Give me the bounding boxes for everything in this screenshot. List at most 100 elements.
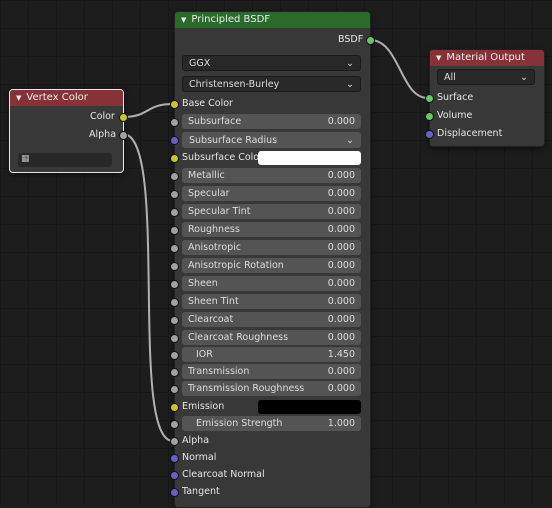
principled-bsdf-header[interactable]: ▼ Principled BSDF <box>175 12 370 28</box>
subsurface-field[interactable]: Subsurface 0.000 <box>182 114 361 129</box>
target-value: All <box>444 71 456 83</box>
vertex-color-color-socket[interactable] <box>119 113 128 122</box>
emission-color-swatch[interactable] <box>258 400 361 414</box>
anisotropic-rotation-socket[interactable] <box>170 262 179 271</box>
subsurface-radius-dropdown[interactable]: Subsurface Radius ⌄ <box>182 132 361 148</box>
field-value: 0.000 <box>327 260 355 271</box>
volume-socket[interactable] <box>425 112 434 121</box>
roughness-socket[interactable] <box>170 226 179 235</box>
specular-field[interactable]: Specular 0.000 <box>182 186 361 201</box>
field-value: 0.000 <box>327 366 355 377</box>
field-value: 1.000 <box>327 418 355 429</box>
target-dropdown[interactable]: All ⌄ <box>437 69 535 85</box>
field-value: 0.000 <box>327 296 355 307</box>
emission-strength-field[interactable]: Emission Strength 1.000 <box>182 416 361 431</box>
field-label: IOR <box>196 349 213 360</box>
bsdf-output-socket[interactable] <box>366 36 375 45</box>
transmission-roughness-field[interactable]: Transmission Roughness 0.000 <box>182 381 361 396</box>
bsdf-output-label: BSDF <box>338 34 364 45</box>
metallic-socket[interactable] <box>170 172 179 181</box>
field-label: Specular Tint <box>188 206 251 217</box>
emission-strength-socket[interactable] <box>170 420 179 429</box>
subsurface-radius-socket[interactable] <box>170 136 179 145</box>
sheen-socket[interactable] <box>170 280 179 289</box>
field-value: 0.000 <box>327 383 355 394</box>
chevron-down-icon: ⌄ <box>346 134 354 146</box>
vertex-color-attribute-icon: ▦ <box>21 154 30 164</box>
subsurface-socket[interactable] <box>170 118 179 127</box>
volume-label: Volume <box>437 110 473 121</box>
field-label: Emission Strength <box>196 418 283 429</box>
transmission-socket[interactable] <box>170 368 179 377</box>
normal-label: Normal <box>182 452 217 463</box>
field-value: 0.000 <box>327 170 355 181</box>
tangent-label: Tangent <box>182 486 220 497</box>
field-value: 0.000 <box>327 224 355 235</box>
surface-socket[interactable] <box>425 94 434 103</box>
collapse-triangle-icon[interactable]: ▼ <box>181 12 186 28</box>
field-label: Anisotropic Rotation <box>188 260 284 271</box>
subsurface-method-dropdown[interactable]: Christensen-Burley ⌄ <box>182 76 361 92</box>
transmission-field[interactable]: Transmission 0.000 <box>182 364 361 379</box>
field-label: Metallic <box>188 170 225 181</box>
clearcoat-socket[interactable] <box>170 316 179 325</box>
surface-label: Surface <box>437 92 474 103</box>
metallic-field[interactable]: Metallic 0.000 <box>182 168 361 183</box>
alpha-socket[interactable] <box>170 437 179 446</box>
sheen-tint-socket[interactable] <box>170 298 179 307</box>
base-color-socket[interactable] <box>170 100 179 109</box>
tangent-socket[interactable] <box>170 488 179 497</box>
field-value: 1.450 <box>327 349 355 360</box>
distribution-value: GGX <box>189 57 211 69</box>
field-label: Sheen Tint <box>188 296 239 307</box>
material-output-header[interactable]: ▼ Material Output <box>430 50 544 66</box>
field-value: 0.000 <box>327 188 355 199</box>
anisotropic-rotation-field[interactable]: Anisotropic Rotation 0.000 <box>182 258 361 273</box>
vertex-color-header[interactable]: ▼ Vertex Color <box>10 90 123 106</box>
sheen-field[interactable]: Sheen 0.000 <box>182 276 361 291</box>
displacement-socket[interactable] <box>425 130 434 139</box>
emission-socket[interactable] <box>170 403 179 412</box>
field-label: Roughness <box>188 224 240 235</box>
subsurface-color-swatch[interactable] <box>258 151 361 165</box>
ior-field[interactable]: IOR 1.450 <box>182 347 361 362</box>
anisotropic-field[interactable]: Anisotropic 0.000 <box>182 240 361 255</box>
field-label: Subsurface <box>188 116 242 127</box>
clearcoat-roughness-field[interactable]: Clearcoat Roughness 0.000 <box>182 330 361 345</box>
anisotropic-socket[interactable] <box>170 244 179 253</box>
transmission-roughness-socket[interactable] <box>170 385 179 394</box>
node-title: Vertex Color <box>26 92 88 103</box>
field-label: Transmission Roughness <box>188 383 305 394</box>
node-title: Principled BSDF <box>191 14 271 25</box>
vertex-color-alpha-label: Alpha <box>89 129 117 140</box>
specular-tint-field[interactable]: Specular Tint 0.000 <box>182 204 361 219</box>
roughness-field[interactable]: Roughness 0.000 <box>182 222 361 237</box>
collapse-triangle-icon[interactable]: ▼ <box>436 50 441 66</box>
clearcoat-roughness-socket[interactable] <box>170 334 179 343</box>
clearcoat-normal-socket[interactable] <box>170 471 179 480</box>
ior-socket[interactable] <box>170 351 179 360</box>
subsurface-color-label: Subsurface Color <box>182 152 264 163</box>
specular-tint-socket[interactable] <box>170 208 179 217</box>
specular-socket[interactable] <box>170 190 179 199</box>
field-label: Transmission <box>188 366 250 377</box>
color-attribute-field[interactable]: ▦ <box>18 153 112 167</box>
subsurface-color-socket[interactable] <box>170 154 179 163</box>
distribution-dropdown[interactable]: GGX ⌄ <box>182 55 361 71</box>
collapse-triangle-icon[interactable]: ▼ <box>16 90 21 106</box>
field-label: Clearcoat Roughness <box>188 332 289 343</box>
emission-label: Emission <box>182 401 225 412</box>
field-value: 0.000 <box>327 242 355 253</box>
field-label: Sheen <box>188 278 218 289</box>
clearcoat-field[interactable]: Clearcoat 0.000 <box>182 312 361 327</box>
subsurface-method-value: Christensen-Burley <box>189 78 280 90</box>
normal-socket[interactable] <box>170 454 179 463</box>
chevron-down-icon: ⌄ <box>520 71 528 83</box>
vertex-color-alpha-socket[interactable] <box>119 131 128 140</box>
chevron-down-icon: ⌄ <box>346 57 354 69</box>
sheen-tint-field[interactable]: Sheen Tint 0.000 <box>182 294 361 309</box>
chevron-down-icon: ⌄ <box>346 78 354 90</box>
subsurface-radius-label: Subsurface Radius <box>189 134 278 146</box>
field-value: 0.000 <box>327 278 355 289</box>
alpha-label: Alpha <box>182 435 210 446</box>
